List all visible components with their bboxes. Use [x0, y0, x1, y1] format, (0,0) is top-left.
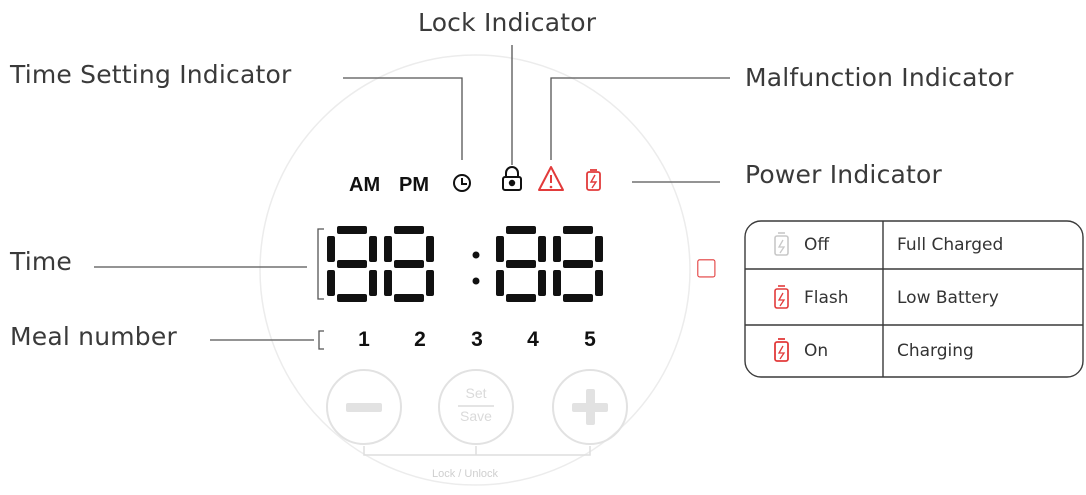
display-segment	[563, 260, 593, 268]
callout-lines	[94, 45, 730, 350]
display-segment	[506, 226, 536, 234]
display-segment	[369, 236, 377, 262]
colon-dot	[472, 251, 480, 259]
time-display	[327, 226, 603, 302]
display-segment	[506, 294, 536, 302]
display-segment	[394, 294, 424, 302]
warning-icon	[538, 166, 564, 191]
display-digit-4	[553, 226, 603, 302]
colon-dot	[472, 277, 480, 285]
set-save-button[interactable]	[438, 369, 514, 445]
battery-on-icon	[774, 338, 789, 362]
display-digit-1	[327, 226, 377, 302]
time-label: Time	[10, 247, 72, 276]
meal-bracket	[318, 330, 324, 350]
battery-flash-icon	[697, 259, 789, 309]
time-setting-indicator-label: Time Setting Indicator	[10, 60, 292, 89]
display-segment	[426, 236, 434, 262]
meaning-charging: Charging	[897, 341, 974, 361]
display-segment	[496, 270, 504, 296]
display-segment	[426, 270, 434, 296]
display-segment	[337, 226, 367, 234]
am-indicator: AM	[349, 174, 381, 196]
display-digit-2	[384, 226, 434, 302]
display-segment	[384, 236, 392, 262]
display-segment	[496, 236, 504, 262]
display-segment	[563, 294, 593, 302]
display-segment	[327, 270, 335, 296]
meal-number-4: 4	[527, 328, 539, 351]
minus-icon	[346, 403, 382, 412]
status-off: Off	[804, 235, 830, 255]
time-setting-callout	[343, 77, 463, 160]
display-segment	[553, 236, 561, 262]
malfunction-callout	[550, 77, 730, 160]
pm-indicator: PM	[399, 174, 429, 196]
display-segment	[595, 270, 603, 296]
display-segment	[394, 226, 424, 234]
display-segment	[337, 294, 367, 302]
meal-number-2: 2	[414, 328, 426, 351]
lock-indicator-label: Lock Indicator	[418, 8, 597, 37]
display-digit-3	[496, 226, 546, 302]
lock-unlock-bracket	[363, 446, 591, 456]
meal-number-3: 3	[471, 328, 483, 351]
display-segment	[506, 260, 536, 268]
display-segment	[538, 236, 546, 262]
display-segment	[384, 270, 392, 296]
save-label: Save	[460, 408, 492, 424]
time-bracket	[317, 228, 324, 300]
display-segment	[553, 270, 561, 296]
meal-number-label: Meal number	[10, 322, 177, 351]
meaning-low-battery: Low Battery	[897, 288, 999, 308]
battery-icon	[586, 169, 601, 191]
display-segment	[563, 226, 593, 234]
meaning-full-charged: Full Charged	[897, 235, 1004, 255]
display-segment	[538, 270, 546, 296]
minus-button[interactable]	[326, 369, 402, 445]
display-segment	[595, 236, 603, 262]
battery-off-icon	[774, 232, 789, 256]
clock-icon	[453, 174, 471, 192]
set-label: Set	[465, 385, 487, 401]
status-flash: Flash	[804, 288, 849, 308]
display-segment	[337, 260, 367, 268]
display-segment	[327, 236, 335, 262]
status-on: On	[804, 341, 829, 361]
malfunction-indicator-label: Malfunction Indicator	[745, 63, 1014, 92]
display-segment	[369, 270, 377, 296]
meal-number-1: 1	[358, 328, 370, 351]
meal-number-5: 5	[584, 328, 596, 351]
power-indicator-label: Power Indicator	[745, 160, 943, 189]
lock-icon	[502, 166, 522, 191]
display-segment	[394, 260, 424, 268]
plus-button[interactable]	[552, 369, 628, 445]
lock-unlock-label: Lock / Unlock	[432, 468, 499, 480]
